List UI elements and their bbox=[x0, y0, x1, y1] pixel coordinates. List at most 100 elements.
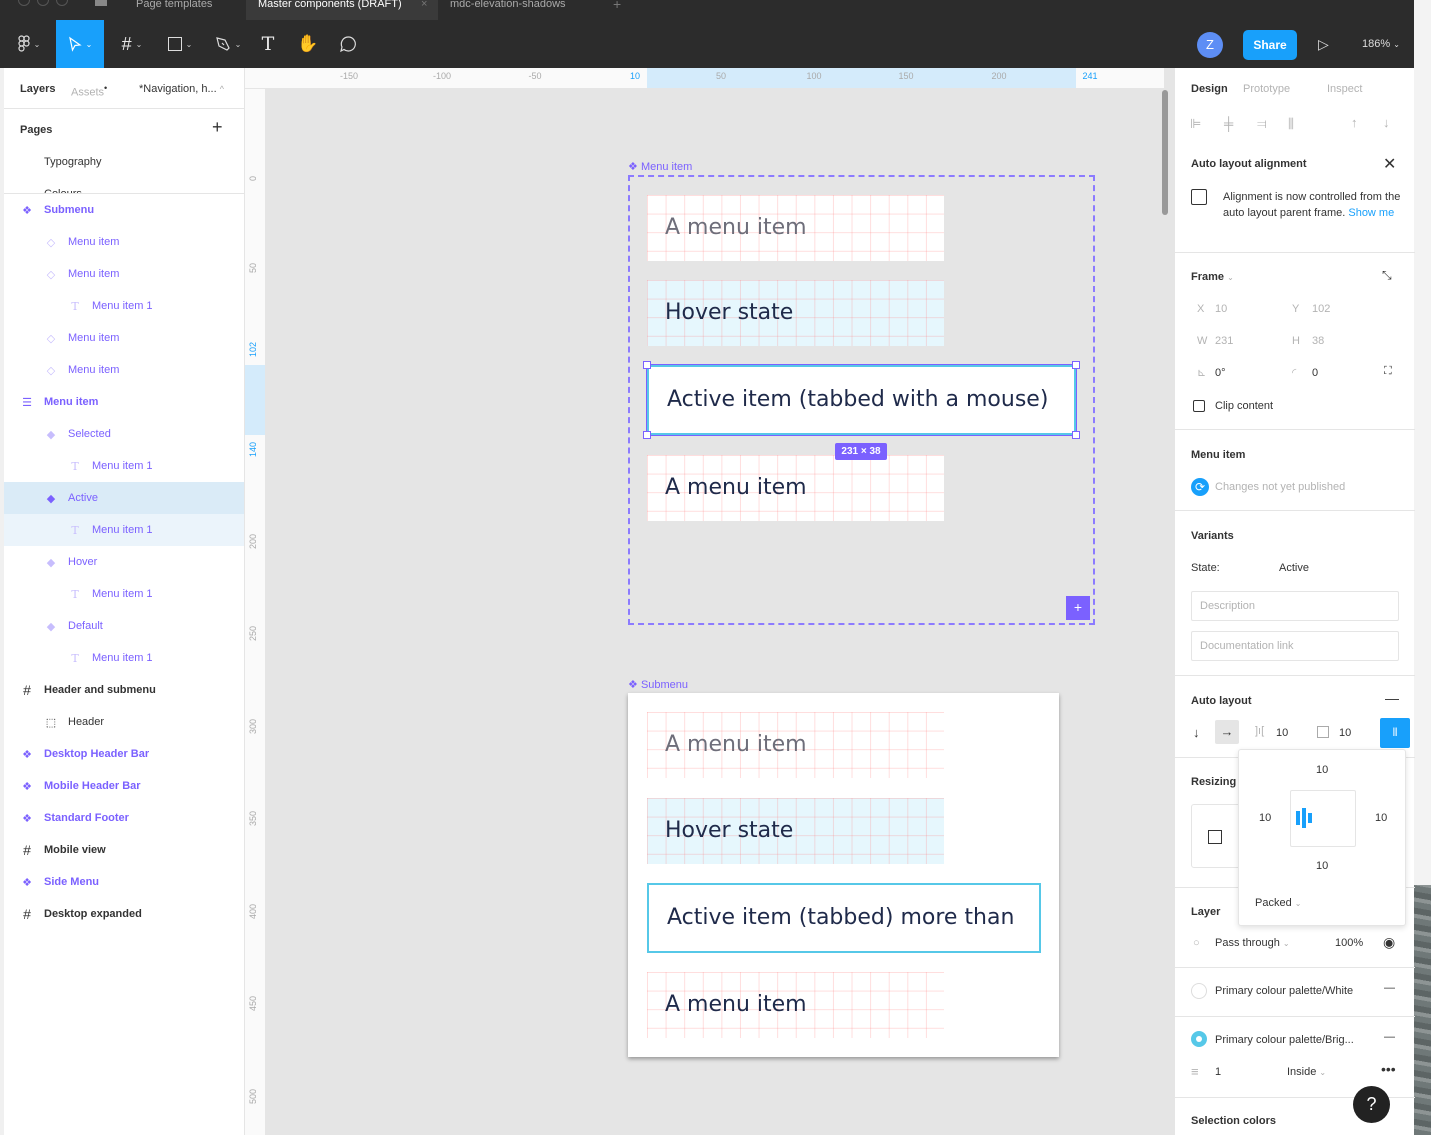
pen-tool-button[interactable]: ⌄ bbox=[210, 20, 246, 68]
add-variant-button[interactable]: + bbox=[1066, 596, 1090, 620]
layer-row[interactable]: ❖ Desktop Header Bar bbox=[4, 738, 244, 770]
submenu-item-hover[interactable]: Hover state bbox=[647, 798, 944, 864]
layer-row[interactable]: ⬚ Header bbox=[4, 706, 244, 738]
present-play-icon[interactable]: ▷ bbox=[1318, 36, 1329, 53]
w-input[interactable]: 231 bbox=[1215, 335, 1233, 347]
window-minimize-button[interactable] bbox=[37, 0, 49, 6]
tab-prototype[interactable]: Prototype bbox=[1243, 83, 1290, 95]
fill-swatch[interactable] bbox=[1191, 983, 1207, 999]
stroke-name[interactable]: Primary colour palette/Brig... bbox=[1215, 1034, 1354, 1046]
new-tab-icon[interactable]: + bbox=[613, 0, 621, 12]
variant-property-value[interactable]: Active bbox=[1279, 562, 1309, 574]
resize-handle-top-left[interactable] bbox=[643, 361, 651, 369]
alignment-grid[interactable] bbox=[1290, 790, 1356, 847]
home-icon[interactable] bbox=[95, 0, 107, 6]
clip-content-checkbox[interactable] bbox=[1193, 400, 1205, 412]
collapse-icon[interactable]: ⤡ bbox=[1382, 268, 1392, 283]
padding-right-input[interactable]: 10 bbox=[1375, 812, 1387, 824]
direction-horizontal-icon[interactable]: → bbox=[1215, 720, 1239, 744]
layer-row[interactable]: ◆ Active bbox=[4, 482, 244, 514]
comment-tool-button[interactable] bbox=[335, 20, 361, 68]
documentation-link-input[interactable]: Documentation link bbox=[1191, 631, 1399, 661]
move-tool-button[interactable]: ⌄ bbox=[56, 20, 104, 68]
tab-layers[interactable]: Layers bbox=[20, 83, 55, 95]
text-tool-button[interactable]: T bbox=[256, 20, 280, 68]
layer-row[interactable]: ◇ Menu item bbox=[4, 258, 244, 290]
resize-handle-top-right[interactable] bbox=[1072, 361, 1080, 369]
padding-bottom-input[interactable]: 10 bbox=[1316, 860, 1328, 872]
shape-tool-button[interactable]: ⌄ bbox=[162, 20, 198, 68]
zoom-level-dropdown[interactable]: 186% ⌄ bbox=[1362, 38, 1400, 50]
arrow-up-icon[interactable]: ↑ bbox=[1351, 115, 1358, 130]
layer-row[interactable]: T Menu item 1 bbox=[4, 642, 244, 674]
submenu-item-active[interactable]: Active item (tabbed) more than bbox=[647, 883, 1041, 953]
hand-tool-button[interactable]: ✋ bbox=[295, 20, 321, 68]
x-input[interactable]: 10 bbox=[1215, 303, 1227, 315]
layer-row[interactable]: ◆ Hover bbox=[4, 546, 244, 578]
arrow-down-icon[interactable]: ↓ bbox=[1383, 115, 1390, 130]
main-menu-button[interactable]: ⌄ bbox=[10, 20, 48, 68]
frame-tool-button[interactable]: # ⌄ bbox=[114, 20, 150, 68]
submenu-item-default-grey[interactable]: A menu item bbox=[647, 712, 944, 778]
share-button[interactable]: Share bbox=[1243, 30, 1297, 60]
stroke-weight-input[interactable]: 1 bbox=[1215, 1066, 1221, 1078]
page-selector[interactable]: *Navigation, h... ^ bbox=[139, 83, 224, 95]
close-icon[interactable]: ✕ bbox=[1383, 154, 1396, 174]
add-page-icon[interactable]: + bbox=[212, 117, 223, 138]
frame-dropdown[interactable]: Frame ⌄ bbox=[1191, 271, 1234, 283]
layer-row[interactable]: ☰ Menu item bbox=[4, 386, 244, 418]
layer-row[interactable]: T Menu item 1 bbox=[4, 578, 244, 610]
more-options-icon[interactable]: ••• bbox=[1381, 1061, 1396, 1077]
variant-active-selected[interactable]: Active item (tabbed with a mouse) bbox=[646, 364, 1077, 436]
padding-top-input[interactable]: 10 bbox=[1316, 764, 1328, 776]
variant-default-grey[interactable]: A menu item bbox=[647, 195, 944, 261]
tab-design[interactable]: Design bbox=[1191, 83, 1228, 95]
submenu-item-default[interactable]: A menu item bbox=[647, 972, 944, 1038]
frame-label-menu-item[interactable]: ❖ Menu item bbox=[628, 160, 692, 173]
h-input[interactable]: 38 bbox=[1312, 335, 1324, 347]
layer-row[interactable]: # Mobile view bbox=[4, 834, 244, 866]
layer-row[interactable]: ❖ Side Menu bbox=[4, 866, 244, 898]
layer-row[interactable]: ◇ Menu item bbox=[4, 354, 244, 386]
tab-mdc-elevation-shadows[interactable]: mdc-elevation-shadows bbox=[438, 0, 598, 20]
help-button[interactable]: ? bbox=[1353, 1086, 1390, 1123]
spacing-input[interactable]: 10 bbox=[1276, 727, 1288, 739]
stroke-position-dropdown[interactable]: Inside ⌄ bbox=[1287, 1066, 1326, 1078]
tab-assets[interactable]: Assets• bbox=[71, 83, 107, 99]
blend-mode-dropdown[interactable]: Pass through ⌄ bbox=[1215, 937, 1290, 949]
tab-page-templates[interactable]: Page templates bbox=[124, 0, 246, 20]
layer-row[interactable]: ◆ Selected bbox=[4, 418, 244, 450]
remove-stroke-icon[interactable]: — bbox=[1384, 1031, 1395, 1043]
window-maximize-button[interactable] bbox=[56, 0, 68, 6]
layer-row[interactable]: ◆ Default bbox=[4, 610, 244, 642]
independent-corners-icon[interactable]: ⛶ bbox=[1384, 365, 1392, 378]
layer-row[interactable]: ◇ Menu item bbox=[4, 322, 244, 354]
radius-input[interactable]: 0 bbox=[1312, 367, 1318, 379]
layer-row[interactable]: ❖ Submenu bbox=[4, 194, 244, 226]
y-input[interactable]: 102 bbox=[1312, 303, 1330, 315]
stroke-swatch[interactable] bbox=[1191, 1031, 1207, 1047]
remove-auto-layout-icon[interactable]: — bbox=[1385, 690, 1399, 706]
show-me-link[interactable]: Show me bbox=[1348, 207, 1394, 219]
layer-row[interactable]: # Desktop expanded bbox=[4, 898, 244, 930]
padding-left-input[interactable]: 10 bbox=[1259, 812, 1271, 824]
layer-row[interactable]: ◇ Menu item bbox=[4, 226, 244, 258]
distribution-dropdown[interactable]: Packed ⌄ bbox=[1255, 897, 1301, 909]
user-avatar[interactable]: Z bbox=[1197, 32, 1223, 58]
resize-handle-bottom-right[interactable] bbox=[1072, 431, 1080, 439]
resize-handle-bottom-left[interactable] bbox=[643, 431, 651, 439]
layer-row[interactable]: ❖ Mobile Header Bar bbox=[4, 770, 244, 802]
distribute-icon[interactable]: ⫼ bbox=[1288, 116, 1294, 132]
direction-vertical-icon[interactable]: ↓ bbox=[1193, 725, 1200, 740]
frame-label-submenu[interactable]: ❖ Submenu bbox=[628, 678, 688, 691]
align-left-icon[interactable]: ⊫ bbox=[1190, 116, 1201, 132]
align-center-icon[interactable]: ╪ bbox=[1224, 116, 1233, 131]
sync-icon[interactable]: ⟳ bbox=[1191, 478, 1209, 496]
tab-master-components[interactable]: Master components (DRAFT) × bbox=[246, 0, 438, 20]
alignment-settings-button[interactable]: ⫴ bbox=[1380, 718, 1410, 748]
padding-input[interactable]: 10 bbox=[1339, 727, 1351, 739]
layer-row[interactable]: # Header and submenu bbox=[4, 674, 244, 706]
rotation-input[interactable]: 0° bbox=[1215, 367, 1226, 379]
fill-name[interactable]: Primary colour palette/White bbox=[1215, 985, 1353, 997]
layer-row[interactable]: T Menu item 1 bbox=[4, 290, 244, 322]
